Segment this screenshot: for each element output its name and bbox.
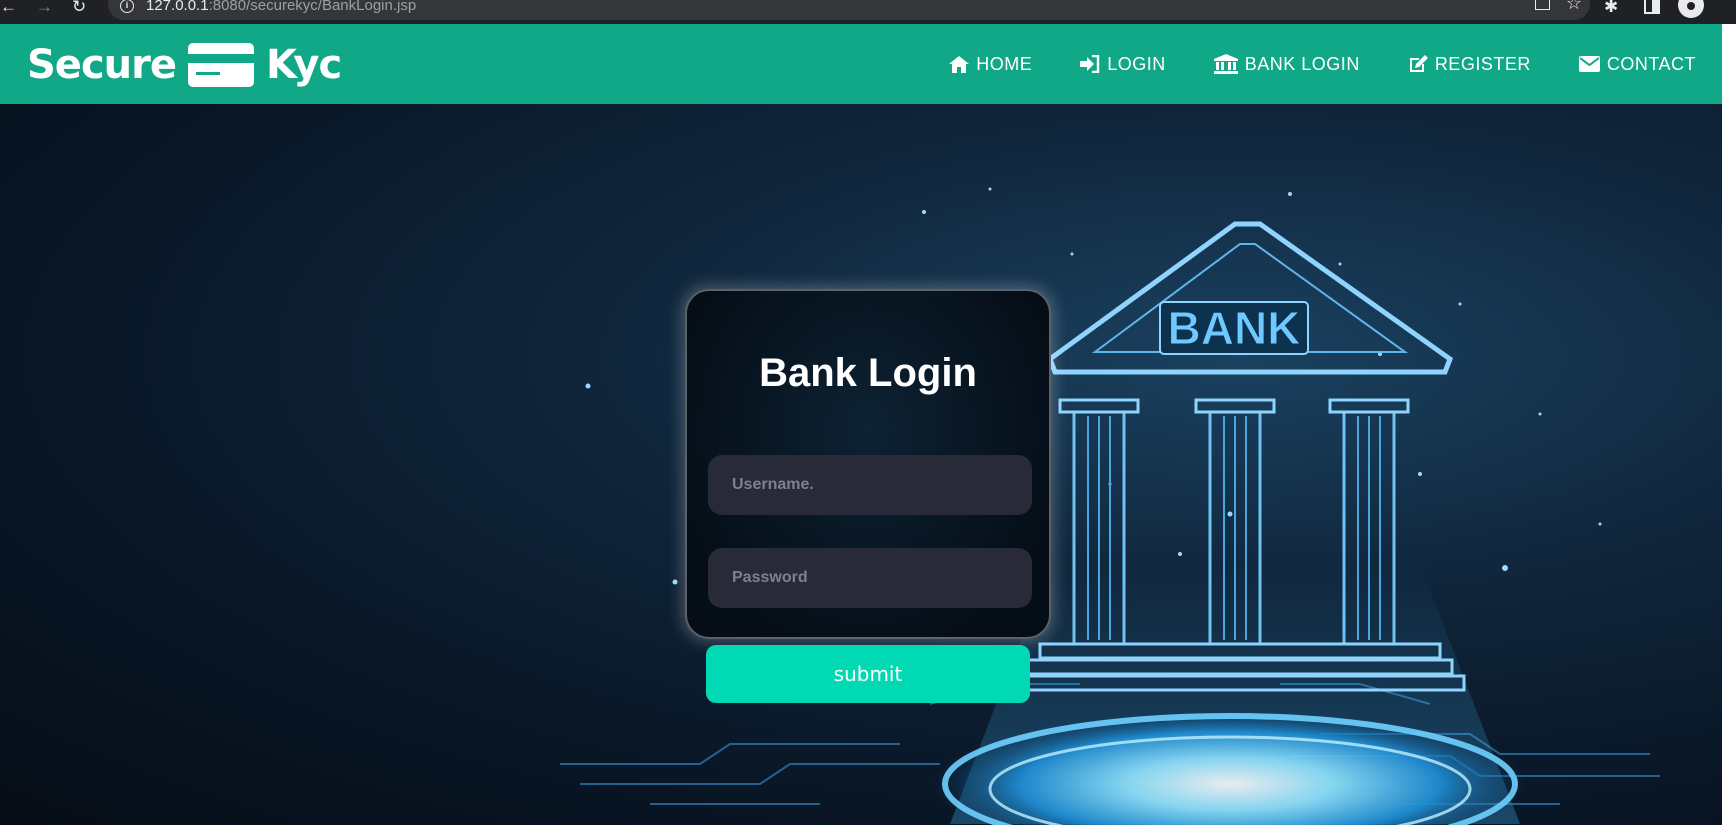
envelope-icon [1578, 56, 1600, 72]
reload-icon[interactable]: ↻ [72, 0, 86, 20]
logo-text-kyc: Kyc [265, 42, 342, 88]
share-icon[interactable] [1535, 0, 1550, 10]
side-panel-icon[interactable] [1644, 0, 1660, 14]
nav-item-home[interactable]: HOME [949, 54, 1032, 75]
logo-text-secure: Secure [27, 42, 177, 88]
bookmark-star-icon[interactable]: ☆ [1566, 0, 1582, 12]
nav-item-bank-login[interactable]: BANK LOGIN [1213, 53, 1360, 75]
password-input[interactable] [708, 548, 1032, 608]
username-input[interactable] [708, 455, 1032, 515]
site-navbar: Secure Kyc HOME LOGIN BANK LOGIN REGISTE… [0, 24, 1722, 104]
profile-avatar-icon[interactable] [1678, 0, 1704, 18]
url-path: :8080/securekyc/BankLogin.jsp [208, 0, 417, 14]
nav-label-register: REGISTER [1434, 53, 1531, 74]
login-title: Bank Login [759, 351, 977, 395]
extensions-puzzle-icon[interactable]: ✱ [1604, 0, 1618, 18]
forward-arrow-icon[interactable]: → [36, 0, 53, 20]
sign-in-icon [1080, 55, 1100, 73]
nav-menu: HOME LOGIN BANK LOGIN REGISTER CONTACT [901, 24, 1722, 104]
edit-icon [1409, 55, 1428, 72]
nav-label-contact: CONTACT [1606, 53, 1696, 74]
bank-sign-text: BANK [1168, 302, 1301, 354]
url-host: 127.0.0.1 [146, 0, 209, 14]
nav-label-bank-login: BANK LOGIN [1244, 53, 1360, 74]
site-info-icon[interactable]: i [120, 0, 134, 13]
submit-button[interactable]: submit [706, 645, 1030, 703]
url-text: 127.0.0.1:8080/securekyc/BankLogin.jsp [146, 0, 416, 14]
login-card: Bank Login [685, 289, 1051, 639]
home-icon [949, 55, 970, 73]
page-right-edge [1722, 104, 1736, 825]
nav-label-home: HOME [976, 53, 1033, 74]
nav-item-register[interactable]: REGISTER [1408, 54, 1531, 75]
bank-icon [1213, 54, 1238, 74]
nav-label-login: LOGIN [1107, 53, 1166, 74]
browser-toolbar: ← → ↻ i 127.0.0.1:8080/securekyc/BankLog… [0, 0, 1736, 24]
nav-item-login[interactable]: LOGIN [1080, 54, 1166, 75]
site-logo[interactable]: Secure Kyc [27, 40, 342, 90]
address-bar[interactable]: i 127.0.0.1:8080/securekyc/BankLogin.jsp… [108, 0, 1590, 20]
credit-card-icon [187, 43, 254, 87]
nav-item-contact[interactable]: CONTACT [1578, 53, 1696, 75]
back-arrow-icon[interactable]: ← [0, 0, 17, 20]
